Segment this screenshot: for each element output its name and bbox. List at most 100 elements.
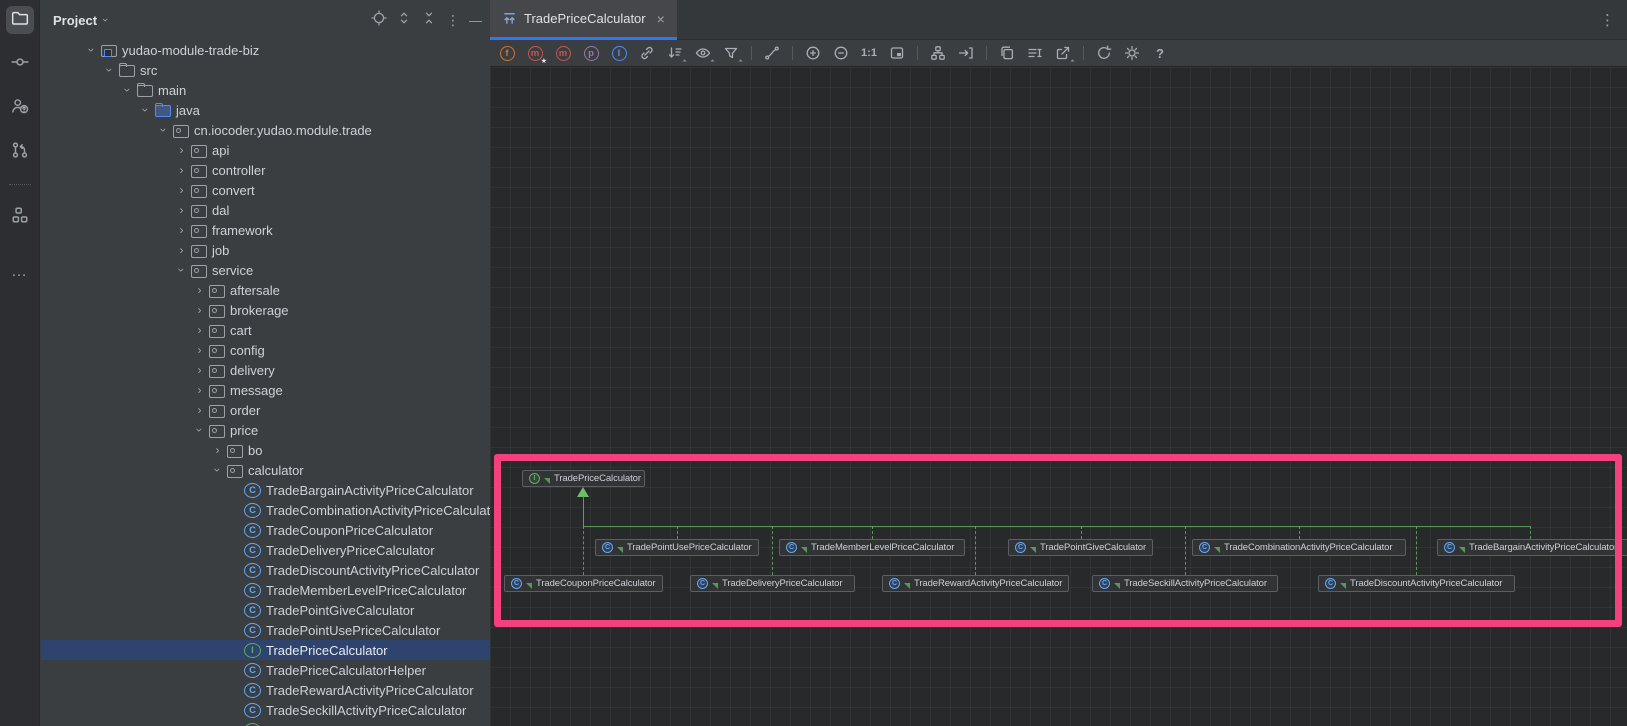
actual-size-button[interactable]: 1:1 (860, 44, 878, 62)
tree-item[interactable]: ›delivery (41, 360, 490, 380)
tree-item[interactable]: ›convert (41, 180, 490, 200)
pull-request-tool-button[interactable] (6, 138, 34, 166)
tree-item[interactable]: ›CTradeSeckillActivityPriceCalculator (41, 700, 490, 720)
tree-item[interactable]: ›CTradePointGiveCalculator (41, 600, 490, 620)
chevron-icon[interactable]: › (173, 223, 190, 237)
chevron-icon[interactable]: › (121, 82, 135, 99)
tree-item[interactable]: ›CTradeCouponPriceCalculator (41, 520, 490, 540)
tree-item[interactable]: ›aftersale (41, 280, 490, 300)
chevron-icon[interactable]: › (173, 163, 190, 177)
chevron-icon[interactable]: › (173, 243, 190, 257)
filter-icon[interactable] (722, 44, 740, 62)
chevron-icon[interactable]: › (211, 462, 225, 479)
tree-item[interactable]: ›src (41, 60, 490, 80)
tree-item[interactable]: ›api (41, 140, 490, 160)
tree-item[interactable]: ›framework (41, 220, 490, 240)
refresh-icon[interactable] (1095, 44, 1113, 62)
tree-item[interactable]: ›service (41, 260, 490, 280)
node-details-icon[interactable] (1026, 44, 1044, 62)
fields-toggle-button[interactable]: f (498, 44, 516, 62)
chevron-icon[interactable]: › (173, 183, 190, 197)
tree-item[interactable]: ›dal (41, 200, 490, 220)
tree-item[interactable]: ›price (41, 420, 490, 440)
chevron-icon[interactable]: › (173, 143, 190, 157)
tree-item[interactable]: ›CTradePriceCalculatorHelper (41, 660, 490, 680)
chevron-icon[interactable]: › (103, 62, 117, 79)
package-icon (208, 382, 225, 398)
chevron-icon[interactable]: › (139, 102, 153, 119)
diagram-canvas[interactable]: ITradePriceCalculator CTradePointUsePric… (490, 67, 1627, 726)
chevron-icon[interactable]: › (85, 42, 99, 59)
tree-item[interactable]: ›CTradeRewardActivityPriceCalculator (41, 680, 490, 700)
export-icon[interactable] (1054, 44, 1072, 62)
tree-item-root[interactable]: ›yudao-module-trade-biz (41, 40, 490, 60)
tree-item[interactable]: ›CTradeCombinationActivityPriceCalculato… (41, 500, 490, 520)
tree-item[interactable]: ›job (41, 240, 490, 260)
commit-tool-button[interactable] (6, 50, 34, 78)
package-icon (190, 242, 207, 258)
chevron-icon[interactable]: › (175, 262, 189, 279)
tree-item[interactable]: ›CTradeMemberLevelPriceCalculator (41, 580, 490, 600)
zoom-in-button[interactable] (804, 44, 822, 62)
tree-item[interactable]: ›CTradeBargainActivityPriceCalculator (41, 480, 490, 500)
tree-item[interactable]: ›message (41, 380, 490, 400)
tree-item[interactable]: ›java (41, 100, 490, 120)
hide-panel-icon[interactable]: — (469, 13, 482, 28)
expand-all-icon[interactable] (396, 10, 412, 31)
chevron-icon[interactable]: › (191, 323, 208, 337)
options-kebab-icon[interactable]: ⋮ (446, 12, 460, 29)
methods-toggle-button[interactable]: m (554, 44, 572, 62)
ide-window: … Project › ⋮ — ›yudao-module-trade-biz … (0, 0, 1627, 726)
edge-tool-icon[interactable] (763, 44, 781, 62)
tree-item[interactable]: ›calculator (41, 460, 490, 480)
tree-item[interactable]: ›config (41, 340, 490, 360)
sort-icon[interactable] (666, 44, 684, 62)
properties-toggle-button[interactable]: p (582, 44, 600, 62)
chevron-icon[interactable]: › (191, 303, 208, 317)
constructors-toggle-button[interactable]: m★ (526, 44, 544, 62)
panel-title[interactable]: Project (53, 13, 97, 28)
fit-content-button[interactable] (888, 44, 906, 62)
tree-item[interactable]: ›main (41, 80, 490, 100)
tree-item[interactable]: ›brokerage (41, 300, 490, 320)
learn-tool-button[interactable] (6, 94, 34, 122)
zoom-out-button[interactable] (832, 44, 850, 62)
tab-title: TradePriceCalculator (524, 11, 646, 26)
copy-diagram-icon[interactable] (998, 44, 1016, 62)
chevron-icon[interactable]: › (191, 363, 208, 377)
tab-trade-price-calculator[interactable]: TradePriceCalculator × (490, 0, 677, 40)
tree-item[interactable]: ›cart (41, 320, 490, 340)
locate-file-icon[interactable] (371, 10, 387, 31)
visibility-eye-icon[interactable] (694, 44, 712, 62)
more-ellipsis-icon[interactable]: … (11, 263, 28, 281)
tree-item-trade-price-calculator[interactable]: ›ITradePriceCalculator (41, 640, 490, 660)
chevron-icon[interactable]: › (191, 383, 208, 397)
tree-item[interactable]: ›CTradeDeliveryPriceCalculator (41, 540, 490, 560)
dependencies-link-icon[interactable] (638, 44, 656, 62)
chevron-icon[interactable]: › (191, 403, 208, 417)
chevron-icon[interactable]: › (157, 122, 171, 139)
settings-gear-icon[interactable] (1123, 44, 1141, 62)
structure-tool-button[interactable] (6, 203, 34, 231)
close-icon[interactable]: × (657, 11, 665, 27)
tree-item[interactable]: ›bo (41, 440, 490, 460)
focus-selection-icon[interactable] (957, 44, 975, 62)
chevron-icon[interactable]: › (193, 422, 207, 439)
project-tool-button[interactable] (6, 6, 34, 34)
chevron-icon[interactable]: › (209, 443, 226, 457)
tree-item[interactable]: ›cn.iocoder.yudao.module.trade (41, 120, 490, 140)
tree-item[interactable]: ›CTradeDiscountActivityPriceCalculator (41, 560, 490, 580)
tree-item[interactable]: ›CTradePointUsePriceCalculator (41, 620, 490, 640)
chevron-down-icon[interactable]: › (99, 18, 111, 22)
tree-item[interactable]: ›order (41, 400, 490, 420)
collapse-all-icon[interactable] (421, 10, 437, 31)
tree-item[interactable]: ›I (41, 720, 490, 726)
inner-classes-toggle-button[interactable]: I (610, 44, 628, 62)
help-button[interactable]: ? (1151, 44, 1169, 62)
chevron-icon[interactable]: › (191, 283, 208, 297)
editor-options-kebab-icon[interactable]: ⋮ (1600, 0, 1615, 40)
chevron-icon[interactable]: › (173, 203, 190, 217)
apply-layout-button[interactable] (929, 44, 947, 62)
chevron-icon[interactable]: › (191, 343, 208, 357)
tree-item[interactable]: ›controller (41, 160, 490, 180)
